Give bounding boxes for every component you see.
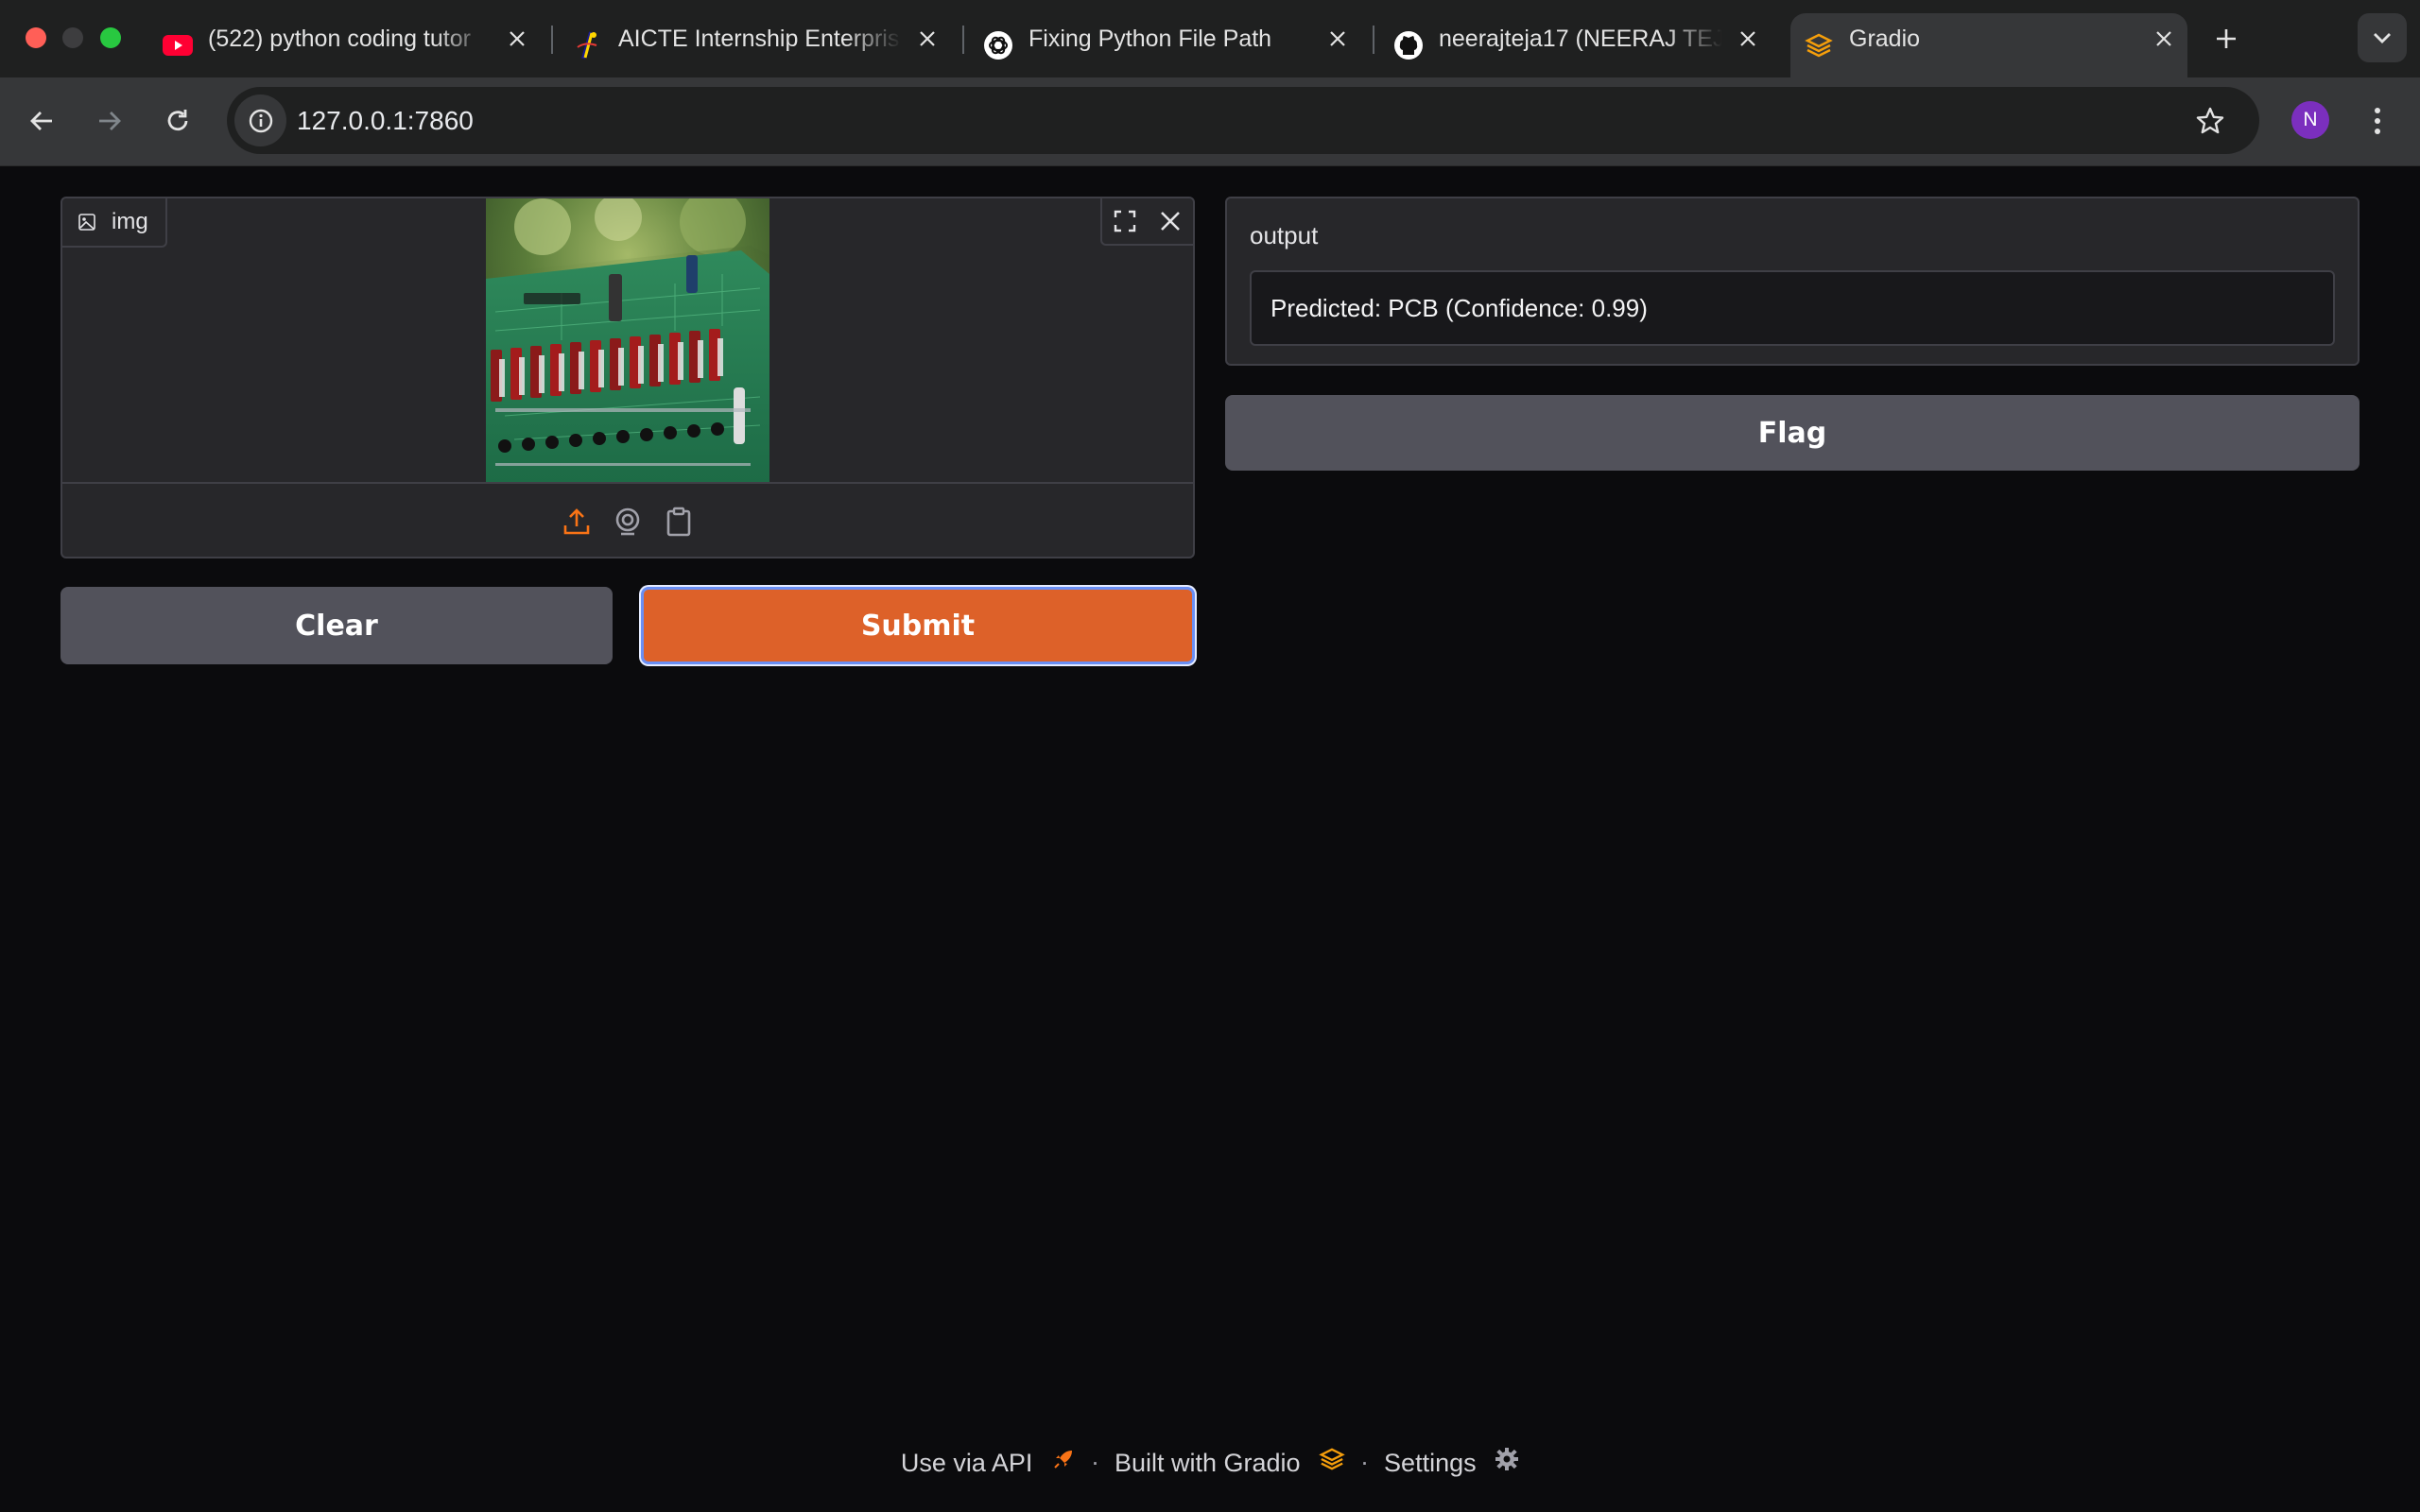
output-panel: output Predicted: PCB (Confidence: 0.99) xyxy=(1225,197,2360,366)
tab-separator xyxy=(1373,26,1374,54)
footer-separator: · xyxy=(1090,1447,1099,1476)
tab-strip: (522) python coding tutor AICTE Internsh… xyxy=(0,0,2420,77)
upload-source-button[interactable] xyxy=(560,505,594,539)
reload-button[interactable] xyxy=(159,102,197,140)
rocket-icon xyxy=(1051,1447,1076,1471)
settings-text: Settings xyxy=(1384,1448,1477,1477)
tab-title: (522) python coding tutor xyxy=(208,26,471,52)
output-textbox[interactable]: Predicted: PCB (Confidence: 0.99) xyxy=(1250,270,2335,346)
clipboard-source-button[interactable] xyxy=(662,505,696,539)
built-with-gradio-text: Built with Gradio xyxy=(1114,1448,1301,1477)
arrow-left-icon xyxy=(30,112,52,130)
use-via-api-link[interactable]: Use via API xyxy=(901,1447,1076,1478)
forward-button[interactable] xyxy=(91,102,129,140)
output-label: output xyxy=(1250,221,1319,249)
gradio-logo-icon xyxy=(1319,1447,1345,1471)
webcam-icon xyxy=(615,507,640,535)
site-info-button[interactable] xyxy=(234,94,286,146)
close-window-button[interactable] xyxy=(26,27,46,48)
close-tab-icon[interactable] xyxy=(505,26,529,51)
close-tab-icon[interactable] xyxy=(2152,26,2176,51)
new-tab-button[interactable] xyxy=(2208,21,2244,57)
gradio-icon xyxy=(1804,30,1834,60)
address-bar[interactable]: 127.0.0.1:7860 xyxy=(227,87,2259,154)
tab-title: Gradio xyxy=(1849,26,1921,52)
close-icon xyxy=(1161,212,1180,231)
youtube-icon xyxy=(163,30,193,60)
image-label-text: img xyxy=(112,209,148,234)
image-input-panel[interactable]: img xyxy=(60,197,1195,558)
back-button[interactable] xyxy=(23,102,60,140)
github-icon xyxy=(1393,30,1424,60)
bookmark-button[interactable] xyxy=(2191,102,2229,140)
image-source-selector xyxy=(62,484,1193,558)
more-vertical-icon xyxy=(2375,108,2380,134)
fullscreen-icon xyxy=(1114,210,1136,232)
browser-toolbar: 127.0.0.1:7860 N xyxy=(0,77,2420,166)
tab-youtube[interactable]: (522) python coding tutor xyxy=(149,13,537,77)
minimize-window-button[interactable] xyxy=(62,27,83,48)
image-tools xyxy=(1100,198,1193,246)
flag-button[interactable]: Flag xyxy=(1225,395,2360,471)
chevron-down-icon xyxy=(2374,33,2391,43)
tab-separator xyxy=(551,26,553,54)
url-text[interactable]: 127.0.0.1:7860 xyxy=(297,87,474,154)
pcb-image xyxy=(486,198,769,482)
tab-title: AICTE Internship Enterpris xyxy=(618,26,900,52)
star-icon xyxy=(2196,107,2224,134)
clipboard-icon xyxy=(666,507,691,536)
submit-button[interactable]: Submit xyxy=(641,587,1195,664)
gear-icon xyxy=(1495,1447,1519,1471)
tab-title: Fixing Python File Path xyxy=(1028,26,1272,52)
plus-icon xyxy=(2217,29,2236,48)
aicte-icon xyxy=(573,30,603,60)
tab-aicte[interactable]: AICTE Internship Enterpris xyxy=(560,13,947,77)
close-tab-icon[interactable] xyxy=(915,26,940,51)
clear-button[interactable]: Clear xyxy=(60,587,613,664)
tab-separator xyxy=(962,26,964,54)
close-tab-icon[interactable] xyxy=(1736,26,1760,51)
maximize-window-button[interactable] xyxy=(100,27,121,48)
tab-chatgpt[interactable]: Fixing Python File Path xyxy=(970,13,1357,77)
clear-image-button[interactable] xyxy=(1148,198,1193,244)
footer: Use via API · Built with Gradio · Settin… xyxy=(0,1443,2420,1481)
chatgpt-icon xyxy=(983,30,1013,60)
use-via-api-text: Use via API xyxy=(900,1448,1033,1477)
close-tab-icon[interactable] xyxy=(1325,26,1350,51)
settings-link[interactable]: Settings xyxy=(1384,1447,1519,1478)
tab-github[interactable]: neerajteja17 (NEERAJ TEJ xyxy=(1380,13,1768,77)
info-icon xyxy=(249,109,272,132)
tab-gradio[interactable]: Gradio xyxy=(1790,13,2187,77)
arrow-right-icon xyxy=(99,112,121,130)
image-icon xyxy=(78,214,95,231)
webcam-source-button[interactable] xyxy=(611,505,645,539)
tab-search-button[interactable] xyxy=(2358,13,2407,62)
browser-menu-button[interactable] xyxy=(2363,102,2392,140)
footer-separator: · xyxy=(1360,1447,1370,1476)
reload-icon xyxy=(167,110,188,131)
profile-avatar[interactable]: N xyxy=(2291,101,2329,139)
tab-title: neerajteja17 (NEERAJ TEJ xyxy=(1439,26,1722,52)
image-label: img xyxy=(62,198,167,248)
fullscreen-button[interactable] xyxy=(1102,198,1148,244)
built-with-gradio-link[interactable]: Built with Gradio xyxy=(1115,1447,1345,1478)
upload-icon xyxy=(563,507,590,534)
